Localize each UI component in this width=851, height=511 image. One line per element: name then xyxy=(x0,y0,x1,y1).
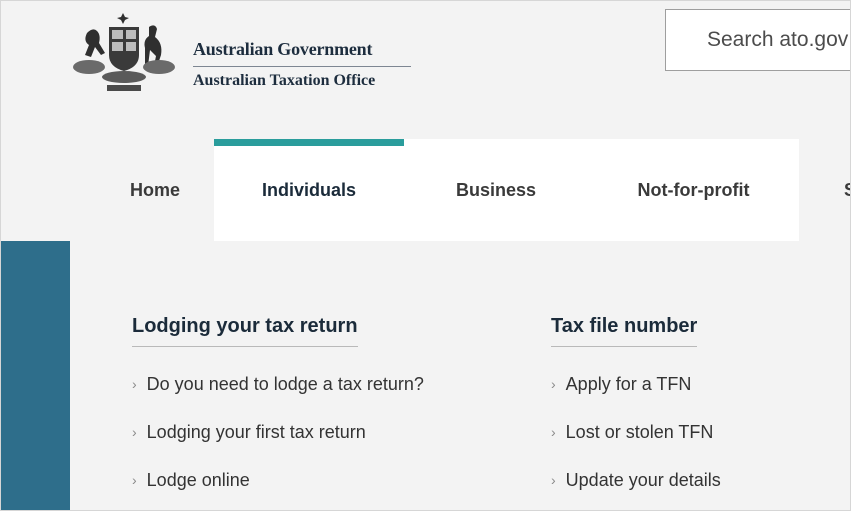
chevron-right-icon: › xyxy=(132,376,137,392)
nav-item-label: Business xyxy=(455,179,537,200)
nav-item-label: Individuals xyxy=(261,179,357,200)
government-name: Australian Government xyxy=(193,39,373,59)
mega-menu-panel: Lodging your tax return › Do you need to… xyxy=(70,241,850,510)
link-label: Update your details xyxy=(565,470,721,490)
search-placeholder: Search ato.gov xyxy=(707,28,849,51)
nav-item-label: Not-for-profit xyxy=(637,179,750,200)
nav-item-not-for-profit[interactable]: Not-for-profit xyxy=(588,139,799,241)
link-lodge-online[interactable]: › Lodge online xyxy=(132,469,424,510)
nav-item-home[interactable]: Home xyxy=(96,139,214,241)
nav-item-individuals[interactable]: Individuals xyxy=(214,139,404,241)
nav-item-truncated[interactable]: S xyxy=(799,139,850,241)
link-first-tax-return[interactable]: › Lodging your first tax return xyxy=(132,421,424,469)
tfn-links: › Apply for a TFN › Lost or stolen TFN ›… xyxy=(551,373,721,510)
nav-item-business[interactable]: Business xyxy=(404,139,588,241)
link-apply-tfn[interactable]: › Apply for a TFN xyxy=(551,373,721,421)
chevron-right-icon: › xyxy=(132,472,137,488)
nav-item-label: S xyxy=(844,180,850,201)
link-label: Lodge online xyxy=(146,470,250,490)
chevron-right-icon: › xyxy=(132,424,137,440)
link-update-details[interactable]: › Update your details xyxy=(551,469,721,510)
link-label: Do you need to lodge a tax return? xyxy=(146,374,424,394)
search-input[interactable]: Search ato.gov xyxy=(665,9,850,71)
sidebar-accent-strip xyxy=(1,241,70,510)
agency-name: Australian Taxation Office xyxy=(193,72,376,89)
name-divider xyxy=(193,66,411,67)
link-label: Apply for a TFN xyxy=(565,374,692,394)
main-nav: Home Individuals Business Not-for-profit… xyxy=(1,139,850,241)
chevron-right-icon: › xyxy=(551,424,556,440)
link-label: Lodging your first tax return xyxy=(146,422,366,442)
link-label: Lost or stolen TFN xyxy=(565,422,714,442)
page-frame: Australian Government Australian Taxatio… xyxy=(0,0,851,511)
lodging-heading[interactable]: Lodging your tax return xyxy=(132,315,358,347)
chevron-right-icon: › xyxy=(551,472,556,488)
chevron-right-icon: › xyxy=(551,376,556,392)
tfn-section: Tax file number › Apply for a TFN › Lost… xyxy=(551,315,721,510)
nav-item-label: Home xyxy=(129,179,180,200)
agency-name-block: Australian Government Australian Taxatio… xyxy=(193,39,411,90)
coat-of-arms-icon xyxy=(73,13,175,91)
link-lost-tfn[interactable]: › Lost or stolen TFN xyxy=(551,421,721,469)
tfn-heading[interactable]: Tax file number xyxy=(551,315,698,347)
lodging-links: › Do you need to lodge a tax return? › L… xyxy=(132,373,424,510)
link-need-to-lodge[interactable]: › Do you need to lodge a tax return? xyxy=(132,373,424,421)
lodging-section: Lodging your tax return › Do you need to… xyxy=(132,315,424,510)
